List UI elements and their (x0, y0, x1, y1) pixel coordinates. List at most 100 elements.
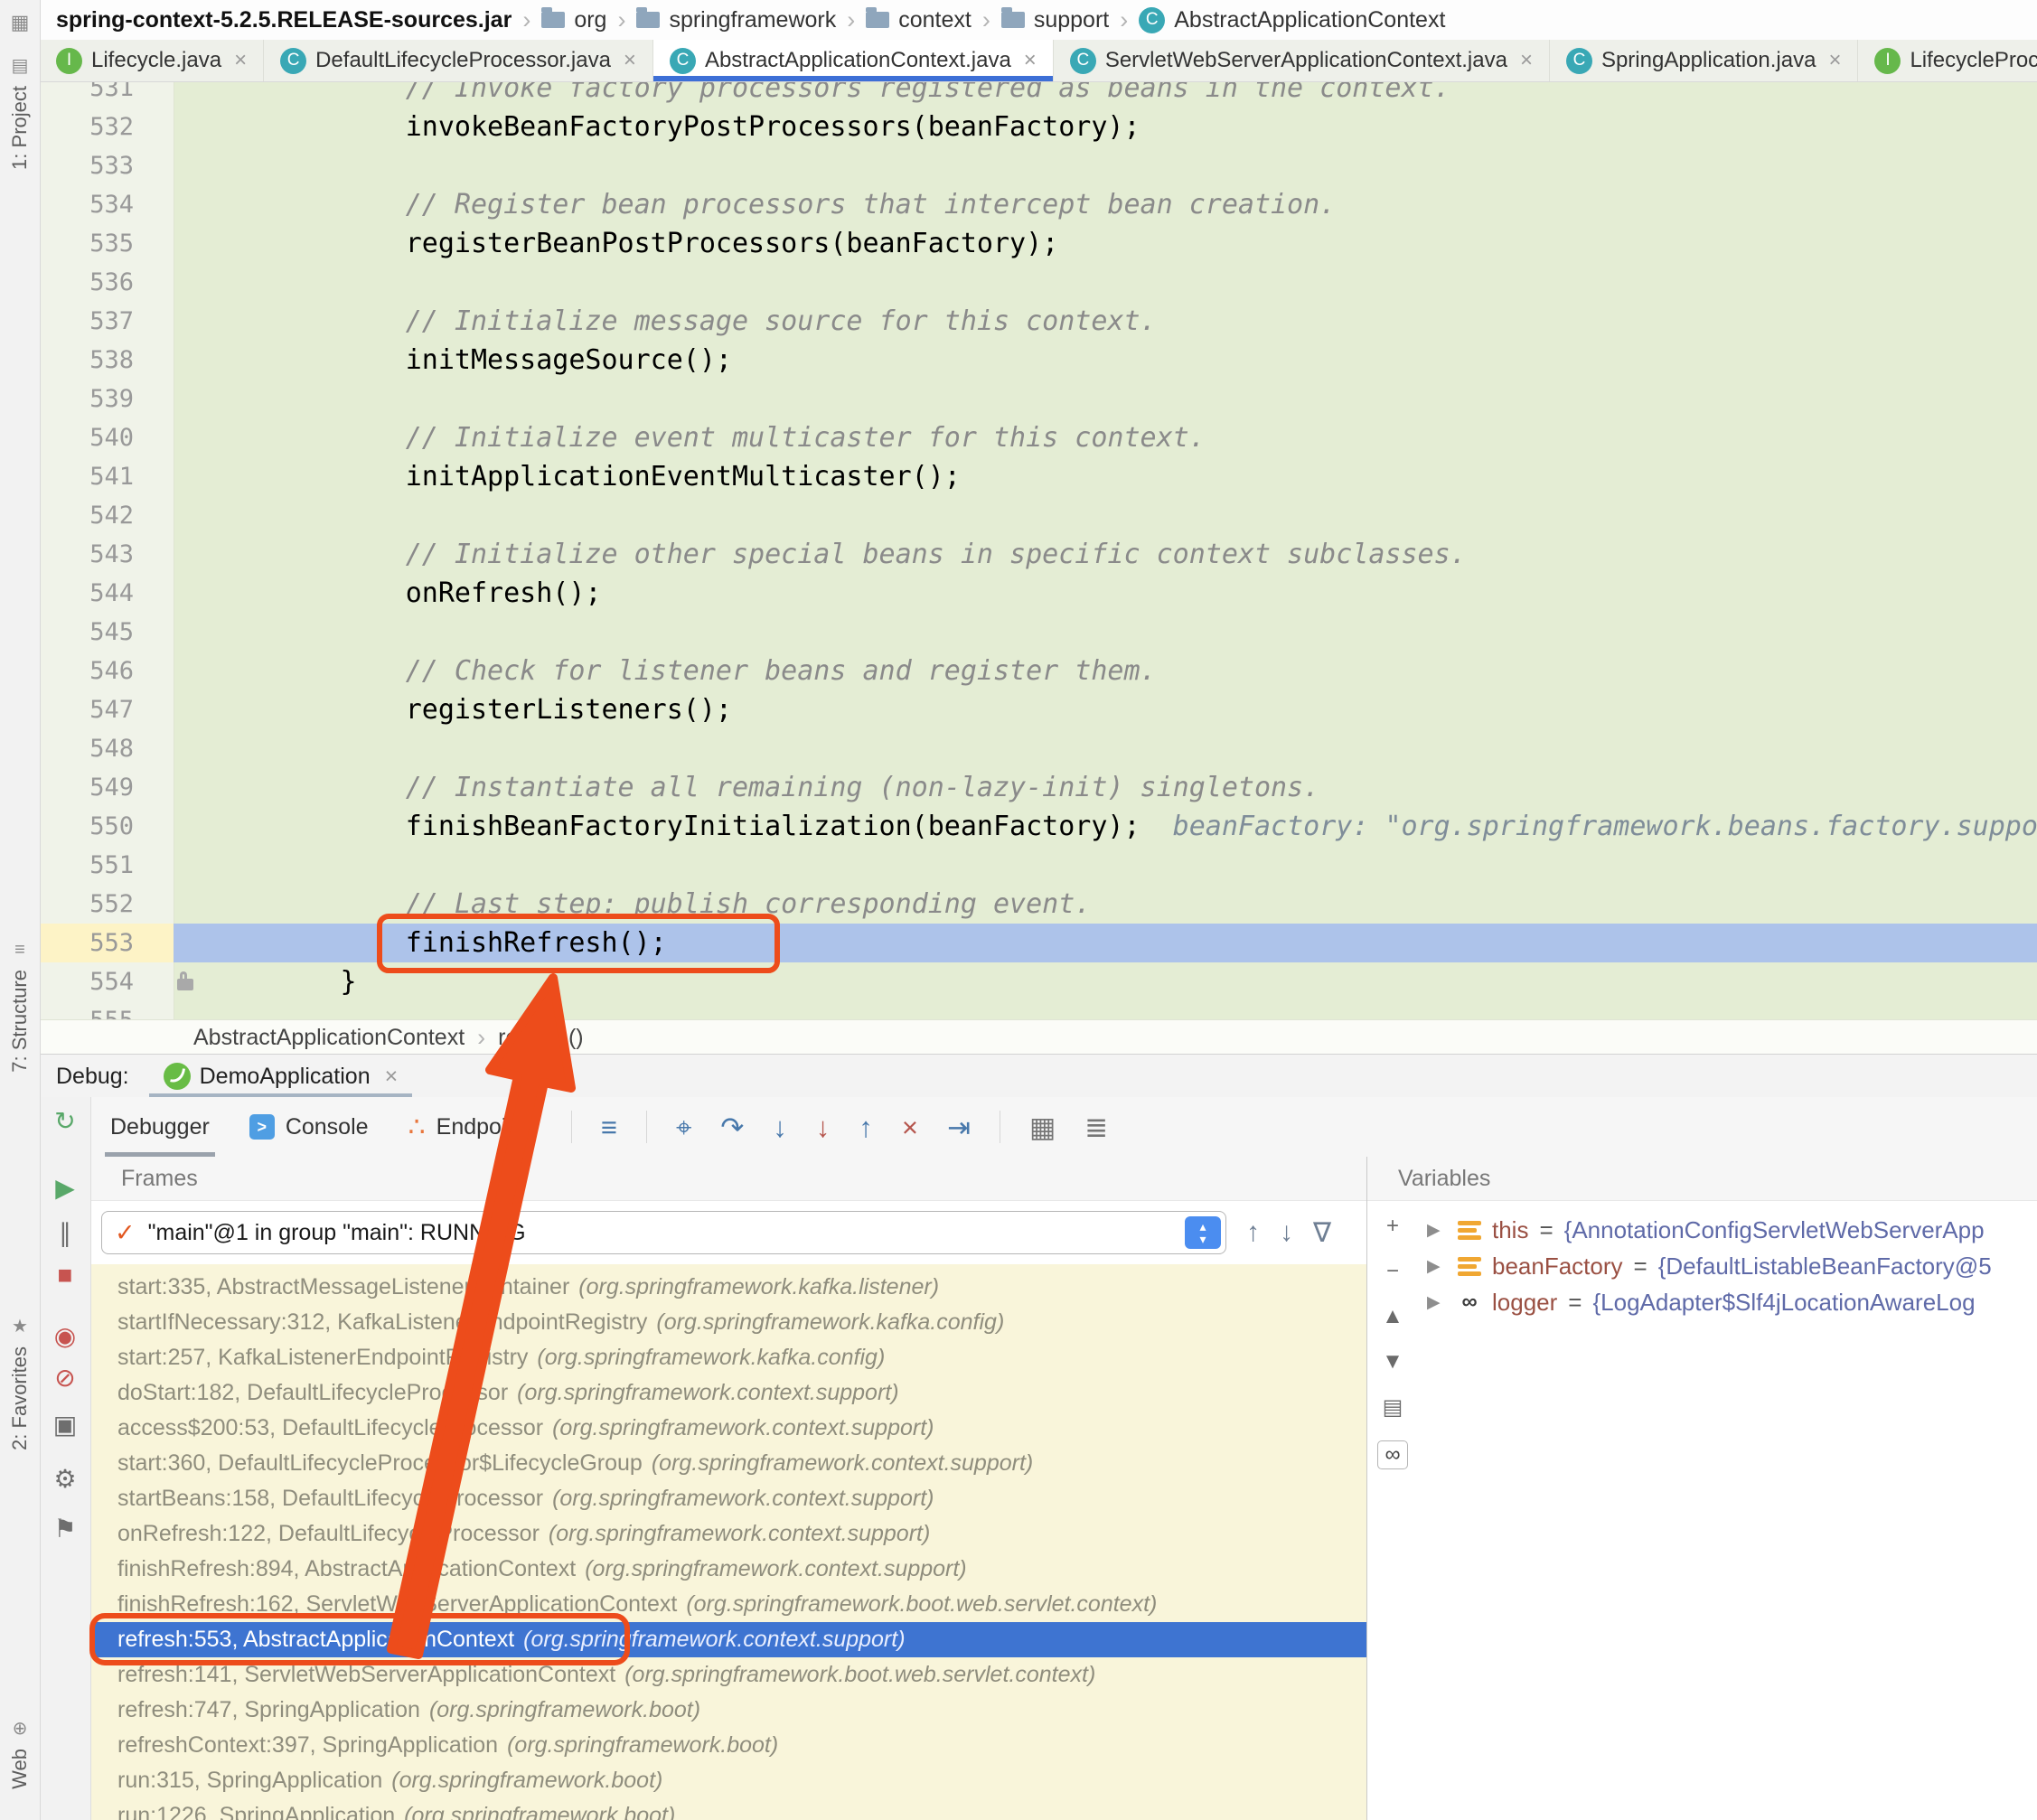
frame-row[interactable]: refresh:747, SpringApplication (org.spri… (90, 1693, 1366, 1728)
code-line[interactable]: 536 (40, 263, 2037, 302)
line-number[interactable]: 536 (40, 263, 174, 302)
frame-row[interactable]: refresh:553, AbstractApplicationContext … (90, 1622, 1366, 1657)
frame-row[interactable]: start:257, KafkaListenerEndpointRegistry… (90, 1340, 1366, 1375)
code-line[interactable]: 550 finishBeanFactoryInitialization(bean… (40, 807, 2037, 846)
code-line[interactable]: 544 onRefresh(); (40, 574, 2037, 613)
expand-arrow-icon[interactable]: ▶ (1427, 1256, 1447, 1277)
line-number[interactable]: 554 (40, 962, 174, 1001)
code-line[interactable]: 533 (40, 146, 2037, 185)
pin-button[interactable]: ⚑ (40, 1514, 90, 1543)
navigate-up-button[interactable]: ▲ (1382, 1304, 1403, 1329)
step-out-button[interactable]: ↑ (859, 1113, 873, 1141)
line-number[interactable]: 550 (40, 807, 174, 846)
frame-row[interactable]: run:315, SpringApplication (org.springfr… (90, 1763, 1366, 1798)
line-number[interactable]: 543 (40, 535, 174, 574)
pause-button[interactable]: ∥ (40, 1218, 90, 1248)
frame-row[interactable]: refresh:141, ServletWebServerApplication… (90, 1657, 1366, 1693)
line-number[interactable]: 544 (40, 574, 174, 613)
previous-frame-button[interactable]: ↑ (1246, 1217, 1260, 1248)
editor-tab-defaultlifecycleprocessor-java[interactable]: C DefaultLifecycleProcessor.java × (264, 40, 653, 81)
run-to-cursor-button[interactable]: ⇥ (947, 1113, 971, 1141)
line-number[interactable]: 555 (40, 1001, 174, 1019)
close-icon[interactable]: × (1024, 48, 1037, 73)
expand-arrow-icon[interactable]: ▶ (1427, 1292, 1447, 1313)
line-number[interactable]: 545 (40, 613, 174, 652)
step-into-button[interactable]: ↓ (773, 1113, 787, 1141)
frame-row[interactable]: refreshContext:397, SpringApplication (o… (90, 1728, 1366, 1763)
variable-row-this[interactable]: ▶ this = {AnnotationConfigServletWebServ… (1427, 1212, 2037, 1248)
expand-arrow-icon[interactable]: ▶ (1427, 1220, 1447, 1241)
variable-row-logger[interactable]: ▶ ∞ logger = {LogAdapter$Slf4jLocationAw… (1427, 1284, 2037, 1320)
view-breakpoints-button[interactable]: ◉ (40, 1321, 90, 1351)
frame-row[interactable]: finishRefresh:894, AbstractApplicationCo… (90, 1552, 1366, 1587)
code-line[interactable]: 535 registerBeanPostProcessors(beanFacto… (40, 224, 2037, 263)
code-line[interactable]: 554 } (40, 962, 2037, 1001)
resume-button[interactable]: ▶ (40, 1173, 90, 1203)
frame-row[interactable]: onRefresh:122, DefaultLifecycleProcessor… (90, 1516, 1366, 1552)
code-line[interactable]: 547 registerListeners(); (40, 690, 2037, 729)
close-icon[interactable]: × (1520, 48, 1533, 73)
view-options-button[interactable]: ▦ (1029, 1113, 1056, 1141)
line-number[interactable]: 538 (40, 341, 174, 380)
code-line[interactable]: 534 // Register bean processors that int… (40, 185, 2037, 224)
line-number[interactable]: 537 (40, 302, 174, 341)
editor-tab-abstractapplicationcontext-java[interactable]: C AbstractApplicationContext.java × (653, 40, 1054, 81)
editor-tab-servletwebserverapplicationcontext-java[interactable]: C ServletWebServerApplicationContext.jav… (1054, 40, 1550, 81)
code-line[interactable]: 549 // Instantiate all remaining (non-la… (40, 768, 2037, 807)
line-number[interactable]: 541 (40, 457, 174, 496)
debug-tab-debugger[interactable]: Debugger (105, 1097, 215, 1157)
frame-row[interactable]: access$200:53, DefaultLifecycleProcessor… (90, 1411, 1366, 1446)
code-line[interactable]: 538 initMessageSource(); (40, 341, 2037, 380)
stop-button[interactable]: ■ (40, 1261, 90, 1290)
rerun-button[interactable]: ↻ (40, 1106, 90, 1136)
stripe-button-2-favorites[interactable]: ★ 2: Favorites (0, 1315, 40, 1450)
step-over-button[interactable]: ↷ (720, 1113, 744, 1141)
close-icon[interactable]: × (385, 1064, 399, 1090)
settings-button[interactable]: ⚙ (40, 1464, 90, 1494)
copy-value-button[interactable]: ▤ (1383, 1394, 1403, 1421)
line-number[interactable]: 534 (40, 185, 174, 224)
breadcrumb-item[interactable]: org (541, 7, 606, 33)
line-number[interactable]: 542 (40, 496, 174, 535)
next-frame-button[interactable]: ↓ (1280, 1217, 1293, 1248)
line-number[interactable]: 535 (40, 224, 174, 263)
line-number[interactable]: 548 (40, 729, 174, 768)
code-line[interactable]: 540 // Initialize event multicaster for … (40, 418, 2037, 457)
variable-row-beanfactory[interactable]: ▶ beanFactory = {DefaultListableBeanFact… (1427, 1248, 2037, 1284)
close-icon[interactable]: × (234, 48, 247, 73)
stripe-button-web[interactable]: ⊕ Web (0, 1717, 40, 1789)
threads-view-button[interactable]: ≣ (1084, 1113, 1108, 1141)
editor-tab-springapplication-java[interactable]: C SpringApplication.java × (1550, 40, 1859, 81)
code-line[interactable]: 545 (40, 613, 2037, 652)
frame-row[interactable]: doStart:182, DefaultLifecycleProcessor (… (90, 1375, 1366, 1411)
show-execution-point-button[interactable]: ⌖ (676, 1113, 691, 1141)
breadcrumb-item-refresh[interactable]: refresh() (498, 1025, 583, 1051)
filter-frames-button[interactable]: ∇ (1313, 1217, 1331, 1249)
code-editor[interactable]: 531 // Invoke factory processors registe… (40, 81, 2037, 1019)
mute-breakpoints-button[interactable]: ⊘ (40, 1363, 90, 1393)
line-number[interactable]: 540 (40, 418, 174, 457)
line-number[interactable]: 539 (40, 380, 174, 418)
close-icon[interactable]: × (1828, 48, 1841, 73)
frame-row[interactable]: run:1226, SpringApplication (org.springf… (90, 1798, 1366, 1820)
line-number[interactable]: 533 (40, 146, 174, 185)
navigate-down-button[interactable]: ▼ (1382, 1349, 1403, 1374)
line-number[interactable]: 546 (40, 652, 174, 690)
line-number[interactable]: 551 (40, 846, 174, 885)
editor-tab-lifecycle-java[interactable]: I Lifecycle.java × (40, 40, 264, 81)
editor-tab-lifecycleprocess[interactable]: I LifecycleProcess × (1858, 40, 2037, 81)
code-line[interactable]: 552 // Last step: publish corresponding … (40, 885, 2037, 924)
code-line[interactable]: 555 (40, 1001, 2037, 1019)
breadcrumb-item[interactable]: context (866, 7, 972, 33)
breadcrumb-item-abstractapplicationcontext[interactable]: AbstractApplicationContext (193, 1025, 465, 1051)
close-icon[interactable]: × (624, 48, 636, 73)
force-step-into-button[interactable]: ↓ (816, 1113, 831, 1141)
thread-dump-button[interactable]: ▣ (40, 1410, 90, 1440)
frame-row[interactable]: startBeans:158, DefaultLifecycleProcesso… (90, 1481, 1366, 1516)
code-line[interactable]: 551 (40, 846, 2037, 885)
add-watch-button[interactable]: + (1386, 1214, 1399, 1239)
debug-session-tab[interactable]: DemoApplication × (149, 1055, 413, 1098)
frame-row[interactable]: start:360, DefaultLifecycleProcessor$Lif… (90, 1446, 1366, 1481)
code-line[interactable]: 539 (40, 380, 2037, 418)
drop-frame-button[interactable]: × (902, 1113, 918, 1141)
